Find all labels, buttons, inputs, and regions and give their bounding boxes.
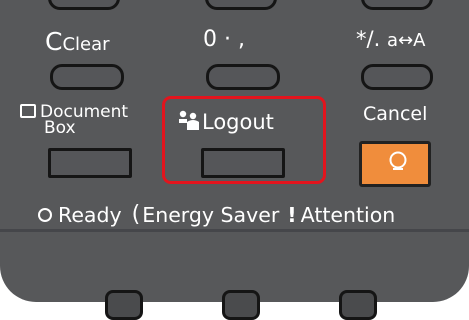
cancel-label: Cancel [363, 103, 428, 125]
bottom-key-3[interactable] [339, 290, 377, 320]
top-middle-key[interactable] [205, 0, 277, 10]
clear-c-icon: C [45, 27, 63, 56]
logout-users-icon [176, 110, 202, 131]
energy-saver-label: Energy Saver [142, 202, 280, 227]
zero-button[interactable] [206, 64, 280, 90]
top-left-key[interactable] [48, 0, 120, 10]
zero-label: 0 · , [203, 27, 245, 52]
document-box-button[interactable] [48, 148, 132, 178]
ready-label: Ready [58, 202, 122, 227]
percent-icon: */. [356, 27, 381, 51]
logout-button[interactable] [201, 148, 285, 178]
attention-icon: ! [287, 202, 297, 227]
top-right-key[interactable] [361, 0, 433, 10]
ready-icon [38, 207, 52, 222]
logout-label: Logout [176, 110, 274, 134]
bottom-key-2[interactable] [222, 290, 260, 320]
percent-input-mode-label: */. a↔A [356, 27, 426, 51]
stop-icon [387, 150, 409, 172]
percent-input-mode-button[interactable] [361, 64, 433, 90]
cancel-button[interactable] [359, 141, 431, 187]
status-indicators: Ready ( Energy Saver ! Attention [38, 202, 395, 227]
clear-button[interactable] [50, 64, 124, 90]
document-box-icon [20, 104, 36, 118]
energy-saver-icon: ( [131, 202, 141, 227]
bottom-key-1[interactable] [105, 290, 143, 320]
attention-label: Attention [300, 202, 396, 227]
clear-label: CClear [45, 27, 110, 56]
document-box-label: Document Box [20, 104, 128, 137]
